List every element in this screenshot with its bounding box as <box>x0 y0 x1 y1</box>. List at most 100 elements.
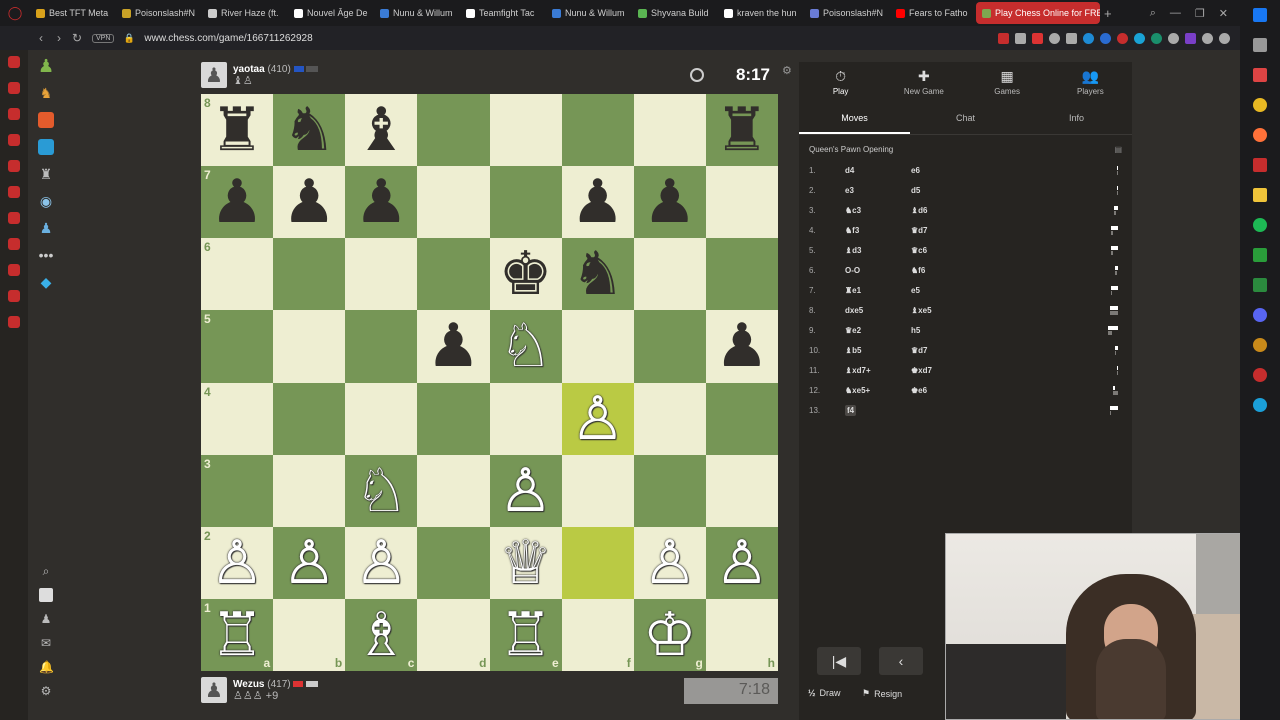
sidebar-app-icon[interactable] <box>8 134 20 146</box>
black-move[interactable]: ♛c6 <box>911 246 977 255</box>
back-icon[interactable]: ‹ <box>32 31 50 45</box>
black-move[interactable]: d5 <box>911 186 977 195</box>
chess-piece[interactable]: ♝ <box>354 100 408 160</box>
black-move[interactable]: e6 <box>911 166 977 175</box>
folder-icon[interactable] <box>1253 188 1267 202</box>
chess-piece[interactable]: ♖ <box>499 605 553 665</box>
search-icon[interactable]: ⌕ <box>39 564 53 578</box>
white-move[interactable]: e3 <box>845 186 911 195</box>
chess-piece[interactable]: ♙ <box>499 461 553 521</box>
sidebar-app-icon[interactable] <box>8 186 20 198</box>
square-g2[interactable]: ♙ <box>633 526 706 599</box>
square-a7[interactable]: 7 ♟ <box>201 166 274 239</box>
browser-tab[interactable]: Poisonslash#N <box>804 2 888 24</box>
app-icon[interactable] <box>1253 338 1267 352</box>
square-f1[interactable]: f <box>561 598 634 671</box>
player-name[interactable]: Wezus (417) <box>233 679 319 690</box>
extension-icon[interactable] <box>1117 32 1128 44</box>
square-g4[interactable] <box>633 382 706 455</box>
square-b7[interactable]: ♟ <box>273 166 346 239</box>
news-nav-icon[interactable]: ◉ <box>38 193 54 209</box>
square-a2[interactable]: 2 ♙ <box>201 526 274 599</box>
square-d6[interactable] <box>417 238 490 311</box>
square-c5[interactable] <box>345 310 418 383</box>
chess-logo-icon[interactable]: ♟ <box>38 57 54 75</box>
chess-piece[interactable]: ♟ <box>643 172 697 232</box>
explorer-icon[interactable]: ▤ <box>1114 145 1122 154</box>
extension-icon[interactable] <box>1202 32 1213 44</box>
square-e6[interactable]: ♚ <box>489 238 562 311</box>
extension-icon[interactable] <box>1049 32 1060 44</box>
square-e2[interactable]: ♕ <box>489 526 562 599</box>
chess-piece[interactable]: ♖ <box>210 605 264 665</box>
app-icon[interactable] <box>1253 368 1267 382</box>
new-tab-icon[interactable]: + <box>1104 6 1112 21</box>
square-h3[interactable] <box>705 454 778 527</box>
steam-icon[interactable] <box>1253 398 1267 412</box>
sidebar-app-icon[interactable] <box>8 316 20 328</box>
black-move[interactable]: h5 <box>911 326 977 335</box>
resign-button[interactable]: ⚑ Resign <box>862 688 902 699</box>
white-move[interactable]: ♞c3 <box>845 206 911 215</box>
square-f8[interactable] <box>561 94 634 167</box>
sidebar-app-icon[interactable] <box>8 290 20 302</box>
notifications-icon[interactable]: 🔔 <box>39 660 54 674</box>
reload-icon[interactable]: ↻ <box>68 31 86 45</box>
white-move[interactable]: O-O <box>845 266 911 275</box>
square-h8[interactable]: ♜ <box>705 94 778 167</box>
more-nav-icon[interactable]: ••• <box>38 247 54 263</box>
square-g1[interactable]: g ♔ <box>633 598 706 671</box>
tab-new-game[interactable]: ✚ New Game <box>882 62 965 102</box>
chess-piece[interactable]: ♘ <box>354 461 408 521</box>
square-e8[interactable] <box>489 94 562 167</box>
browser-tab[interactable]: Fears to Fatho <box>890 2 974 24</box>
square-e1[interactable]: e ♖ <box>489 598 562 671</box>
friends-icon[interactable]: ♟ <box>39 612 53 626</box>
square-e7[interactable] <box>489 166 562 239</box>
chess-piece[interactable]: ♙ <box>571 389 625 449</box>
chess-piece[interactable]: ♟ <box>210 172 264 232</box>
chess-piece[interactable]: ♞ <box>282 100 336 160</box>
square-g6[interactable] <box>633 238 706 311</box>
browser-logo-icon[interactable]: ◯ <box>0 5 30 21</box>
square-a5[interactable]: 5 <box>201 310 274 383</box>
black-move[interactable]: ♚e6 <box>911 386 977 395</box>
app-icon[interactable] <box>1253 248 1267 262</box>
chess-piece[interactable]: ♟ <box>571 172 625 232</box>
chess-piece[interactable]: ♙ <box>715 533 769 593</box>
black-move[interactable]: e5 <box>911 286 977 295</box>
chess-piece[interactable]: ♗ <box>354 605 408 665</box>
square-h6[interactable] <box>705 238 778 311</box>
extension-icon[interactable] <box>1134 32 1145 44</box>
square-c3[interactable]: ♘ <box>345 454 418 527</box>
close-window-icon[interactable]: ✕ <box>1219 7 1228 20</box>
browser-tab[interactable]: Best TFT Meta <box>30 2 114 24</box>
search-tabs-icon[interactable]: ⌕ <box>1150 7 1156 20</box>
white-move[interactable]: ♞f3 <box>845 226 911 235</box>
square-a4[interactable]: 4 <box>201 382 274 455</box>
opponent-name[interactable]: yaotaa (410) <box>233 64 319 75</box>
subtab-chat[interactable]: Chat <box>910 103 1021 134</box>
chess-piece[interactable]: ♟ <box>282 172 336 232</box>
square-g3[interactable] <box>633 454 706 527</box>
sidebar-app-icon[interactable] <box>8 108 20 120</box>
square-e3[interactable]: ♙ <box>489 454 562 527</box>
extension-icon[interactable] <box>998 32 1009 44</box>
opponent-avatar[interactable]: ♟ <box>201 62 227 88</box>
extension-icon[interactable] <box>1066 32 1077 44</box>
extension-icon[interactable] <box>1168 32 1179 44</box>
chess-piece[interactable]: ♜ <box>210 100 264 160</box>
chess-piece[interactable]: ♟ <box>354 172 408 232</box>
sidebar-app-icon[interactable] <box>8 82 20 94</box>
tab-play[interactable]: ⏱ Play <box>799 62 882 102</box>
square-b1[interactable]: b <box>273 598 346 671</box>
chess-piece[interactable]: ♜ <box>715 100 769 160</box>
square-b8[interactable]: ♞ <box>273 94 346 167</box>
opening-name[interactable]: Queen's Pawn Opening <box>809 145 893 154</box>
square-d5[interactable]: ♟ <box>417 310 490 383</box>
white-move[interactable]: ♞xe5+ <box>845 386 911 395</box>
browser-tab[interactable]: Shyvana Build <box>632 2 716 24</box>
white-move[interactable]: ♜e1 <box>845 286 911 295</box>
subtab-moves[interactable]: Moves <box>799 103 910 134</box>
subtab-info[interactable]: Info <box>1021 103 1132 134</box>
